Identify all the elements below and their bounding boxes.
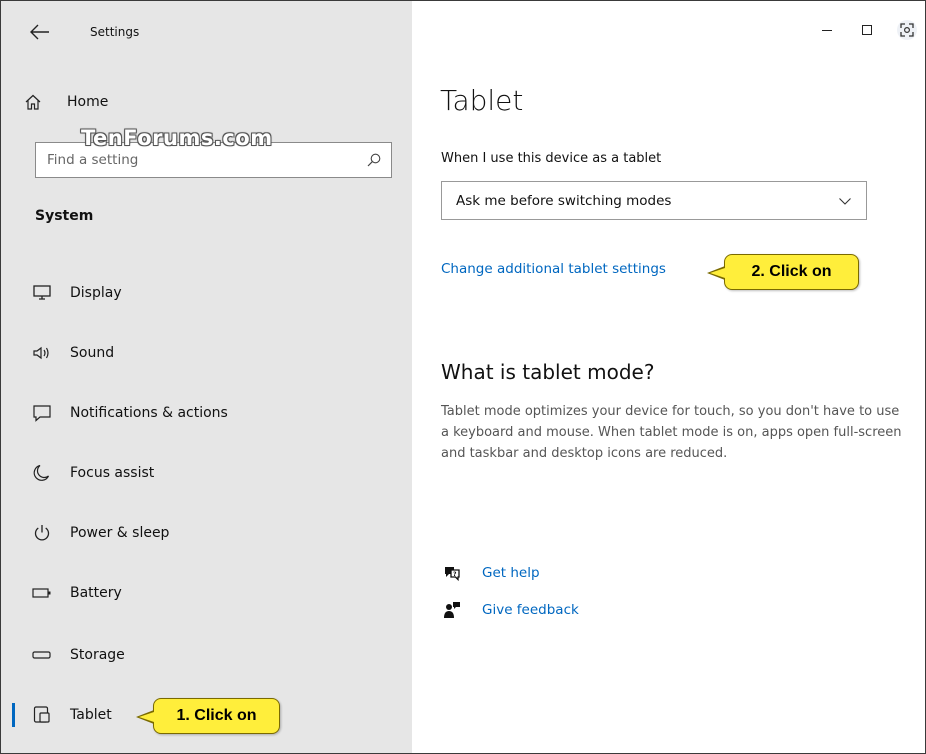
section-heading: What is tablet mode? — [441, 360, 655, 384]
sidebar-item-label: Power & sleep — [70, 525, 170, 541]
sidebar-item-battery[interactable]: Battery — [1, 573, 412, 613]
tablet-icon — [31, 704, 53, 726]
watermark: TenForums.com — [81, 126, 273, 150]
get-help-link[interactable]: ? Get help — [441, 561, 540, 585]
help-chat-icon: ? — [441, 562, 463, 584]
change-additional-settings-link[interactable]: Change additional tablet settings — [441, 261, 666, 277]
sidebar-item-label: Tablet — [70, 707, 112, 723]
chevron-down-icon — [838, 191, 852, 210]
give-feedback-label: Give feedback — [482, 602, 579, 618]
sidebar: Settings Home TenForums.com System Displ… — [1, 1, 412, 753]
window-controls — [807, 15, 925, 45]
back-arrow-icon[interactable] — [29, 23, 51, 41]
home-icon — [23, 92, 43, 112]
svg-text:?: ? — [453, 571, 457, 578]
notification-icon — [31, 402, 53, 424]
callout-step-1: 1. Click on — [136, 698, 280, 734]
app-title: Settings — [90, 25, 140, 39]
page-title: Tablet — [440, 84, 524, 117]
settings-window: Settings Home TenForums.com System Displ… — [0, 0, 926, 754]
sidebar-item-label: Sound — [70, 345, 115, 361]
sidebar-item-sound[interactable]: Sound — [1, 333, 412, 373]
search-icon[interactable] — [357, 143, 391, 177]
sidebar-item-label: Home — [67, 94, 109, 110]
feedback-person-icon — [441, 599, 463, 621]
sidebar-item-label: Battery — [70, 585, 122, 601]
dropdown-value: Ask me before switching modes — [456, 192, 672, 209]
callout-step-2: 2. Click on — [707, 254, 859, 290]
sidebar-item-label: Focus assist — [70, 465, 155, 481]
sidebar-item-display[interactable]: Display — [1, 273, 412, 313]
sidebar-item-storage[interactable]: Storage — [1, 635, 412, 675]
battery-icon — [31, 582, 53, 604]
monitor-icon — [31, 282, 53, 304]
screen-capture-icon[interactable] — [887, 15, 925, 45]
sidebar-item-label: Display — [70, 285, 122, 301]
moon-icon — [31, 462, 53, 484]
sidebar-item-notifications[interactable]: Notifications & actions — [1, 393, 412, 433]
get-help-label: Get help — [482, 565, 540, 581]
section-description: Tablet mode optimizes your device for to… — [441, 404, 902, 461]
callout-text: 1. Click on — [176, 707, 257, 724]
main-content: Tablet When I use this device as a table… — [412, 1, 925, 753]
dropdown-label: When I use this device as a tablet — [441, 151, 662, 166]
sidebar-item-power-sleep[interactable]: Power & sleep — [1, 513, 412, 553]
tablet-mode-dropdown[interactable]: Ask me before switching modes — [441, 181, 867, 220]
minimize-button[interactable] — [807, 15, 847, 45]
section-label: System — [35, 208, 94, 224]
sidebar-item-focus-assist[interactable]: Focus assist — [1, 453, 412, 493]
active-indicator — [12, 703, 15, 727]
speaker-icon — [31, 342, 53, 364]
storage-icon — [31, 644, 53, 666]
power-icon — [31, 522, 53, 544]
maximize-button[interactable] — [847, 15, 887, 45]
callout-text: 2. Click on — [751, 263, 832, 280]
sidebar-item-label: Notifications & actions — [70, 405, 228, 421]
give-feedback-link[interactable]: Give feedback — [441, 598, 579, 622]
sidebar-item-home[interactable]: Home — [23, 89, 108, 115]
sidebar-item-label: Storage — [70, 647, 125, 663]
